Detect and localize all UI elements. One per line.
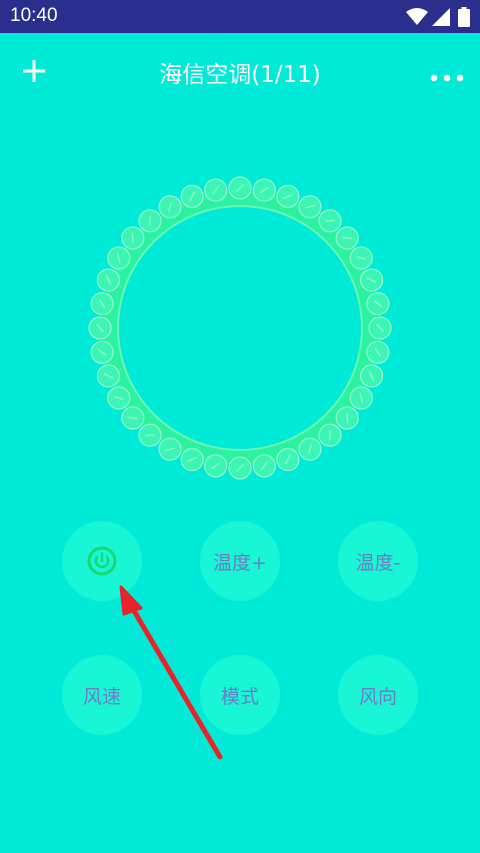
status-time: 10:40 (10, 5, 58, 26)
ring-bead-mark (342, 236, 353, 240)
temp-up-button[interactable]: 温度+ (200, 521, 280, 601)
ring-bead-mark (127, 416, 138, 420)
power-icon (87, 546, 117, 576)
more-options-button[interactable] (424, 55, 470, 87)
ring-bead-mark (148, 215, 152, 226)
mode-button[interactable]: 模式 (200, 655, 280, 735)
temp-down-label: 温度- (355, 551, 401, 574)
title-bar: 海信空调(1/11) (0, 33, 480, 108)
status-ring (85, 173, 395, 483)
fan-direction-label: 风向 (358, 685, 397, 708)
status-bar: 10:40 (0, 0, 480, 33)
ring-bead-mark (324, 219, 336, 222)
fan-speed-button[interactable]: 风速 (62, 655, 142, 735)
more-dots-icon (430, 67, 464, 82)
ring-bead-mark (346, 412, 349, 424)
mode-label: 模式 (220, 685, 259, 708)
temp-up-label: 温度+ (213, 551, 267, 574)
wifi-icon (406, 7, 428, 27)
power-button[interactable] (62, 521, 142, 601)
battery-icon (458, 7, 470, 27)
ring-bead-mark (131, 232, 134, 244)
temp-down-button[interactable]: 温度- (338, 521, 418, 601)
fan-direction-button[interactable]: 风向 (338, 655, 418, 735)
fan-speed-label: 风速 (82, 685, 121, 708)
status-icons (406, 7, 470, 27)
signal-icon (432, 7, 450, 27)
page-title: 海信空调(1/11) (159, 62, 321, 88)
ring-bead-mark (328, 430, 332, 441)
ring-bead-mark (144, 434, 156, 437)
